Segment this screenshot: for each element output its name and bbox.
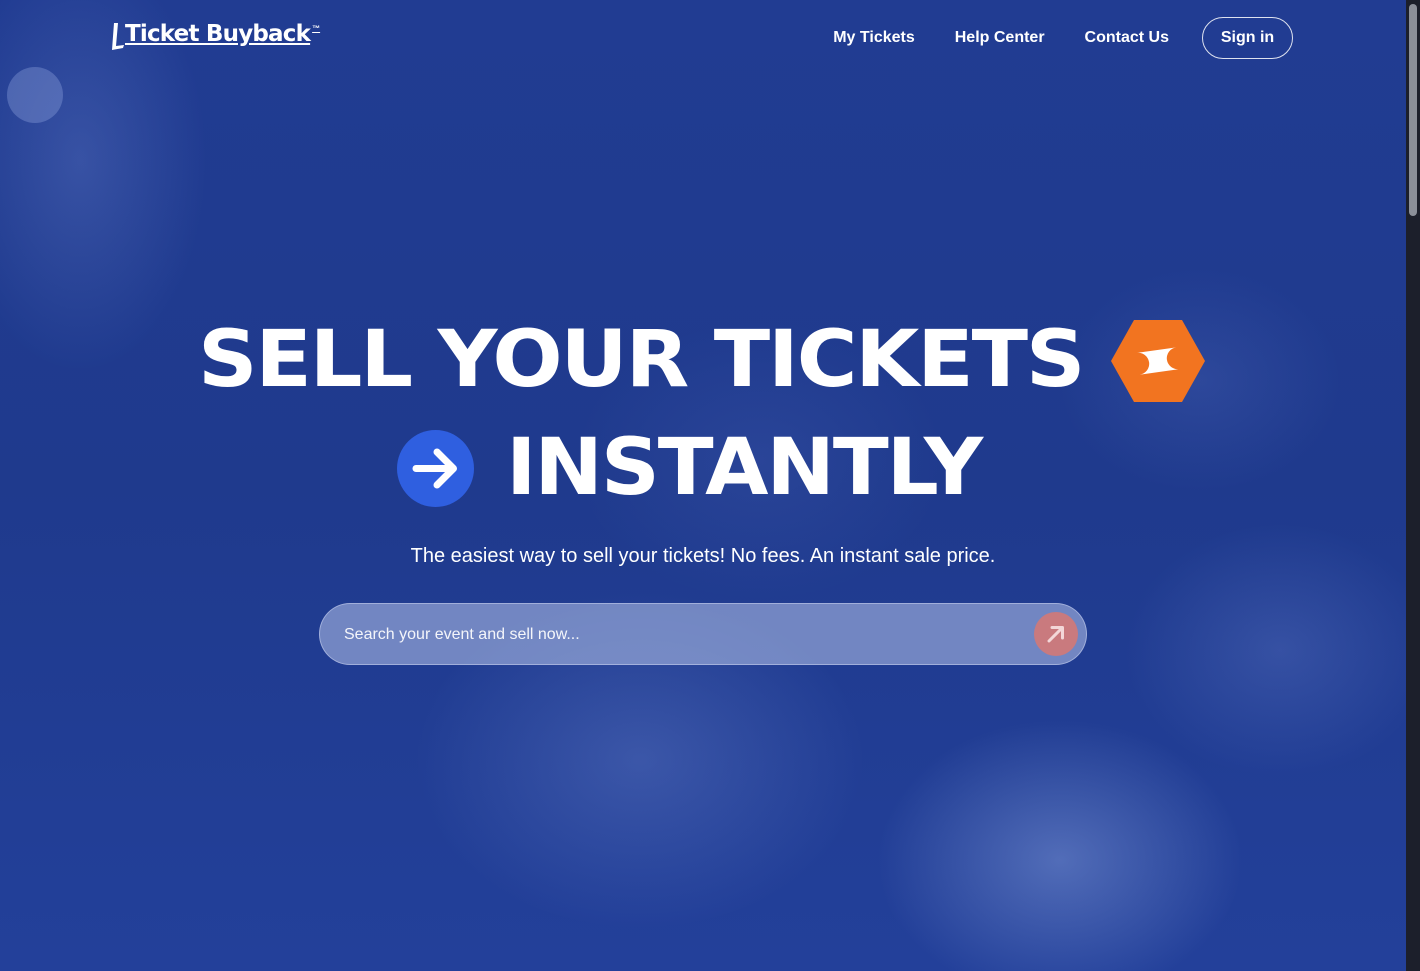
nav-help-center[interactable]: Help Center bbox=[955, 29, 1045, 47]
brand-name: Ticket Buyback bbox=[125, 21, 311, 47]
search-input[interactable] bbox=[342, 604, 1036, 666]
hero-subtitle: The easiest way to sell your tickets! No… bbox=[410, 545, 996, 567]
ticket-icon bbox=[1110, 319, 1206, 403]
nav-my-tickets[interactable]: My Tickets bbox=[833, 29, 915, 47]
brand-logo[interactable]: Ticket Buyback ™ bbox=[111, 20, 320, 56]
hero-headline-line2: INSTANTLY bbox=[506, 423, 983, 513]
arrow-up-right-icon bbox=[1047, 626, 1064, 643]
top-nav: My Tickets Help Center Contact Us Sign i… bbox=[833, 16, 1293, 60]
hero-headline-line1: SELL YOUR TICKETS bbox=[198, 315, 1085, 405]
nav-contact-us[interactable]: Contact Us bbox=[1085, 29, 1169, 47]
search-bar bbox=[319, 603, 1087, 666]
search-submit-button[interactable] bbox=[1034, 612, 1078, 656]
scrollbar-thumb[interactable] bbox=[1409, 4, 1417, 216]
arrow-right-icon bbox=[397, 430, 474, 507]
page-scrollbar[interactable] bbox=[1406, 0, 1420, 971]
logo-ticket-mark-icon bbox=[111, 20, 125, 52]
sign-in-button[interactable]: Sign in bbox=[1202, 17, 1293, 59]
decorative-blob bbox=[7, 67, 63, 123]
page-background: Ticket Buyback ™ My Tickets Help Center … bbox=[0, 0, 1406, 971]
trademark-mark: ™ bbox=[312, 24, 321, 33]
